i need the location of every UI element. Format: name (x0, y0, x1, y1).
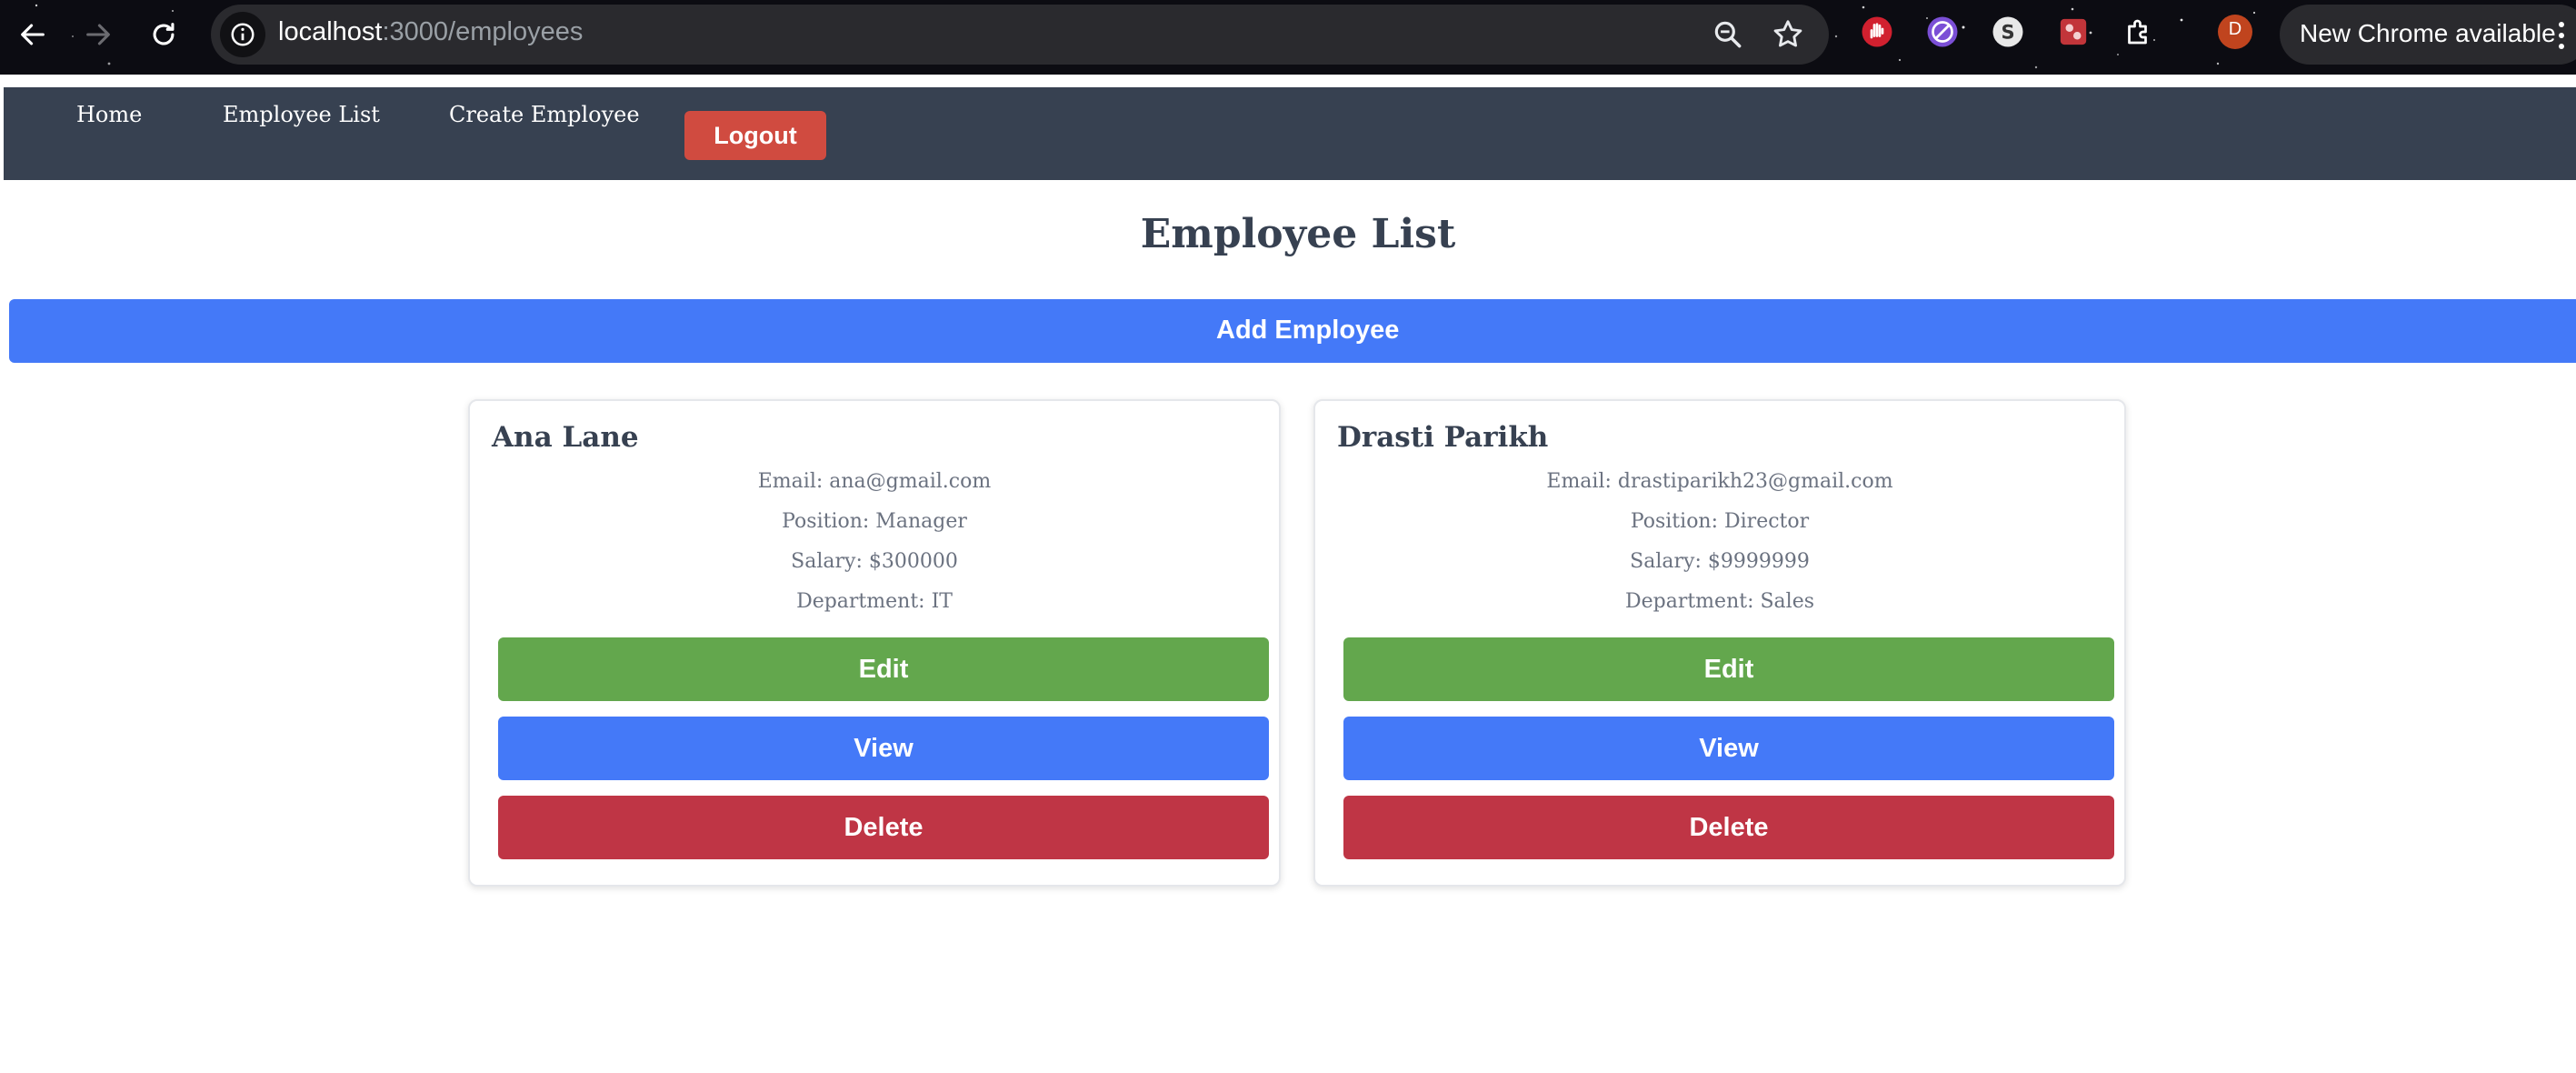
site-info-button[interactable] (220, 12, 265, 57)
red-extension-icon (2060, 18, 2087, 45)
delete-button[interactable]: Delete (1343, 796, 2114, 859)
forward-arrow-icon (86, 24, 110, 45)
toolbar-divider (0, 75, 2576, 87)
employee-position: Position: Director (1630, 510, 1810, 533)
forward-button[interactable] (80, 16, 116, 53)
nav-create-employee-link[interactable]: Create Employee (449, 102, 640, 127)
puzzle-extensions-icon (2128, 19, 2147, 45)
employee-email: Email: drastiparikh23@gmail.com (1546, 470, 1893, 493)
red-extension-button[interactable] (2056, 15, 2091, 49)
add-employee-label: Add Employee (1216, 316, 1400, 345)
reload-button[interactable] (145, 16, 182, 53)
edit-button[interactable]: Edit (498, 637, 1269, 701)
bookmark-star-icon[interactable] (1771, 17, 1805, 52)
back-arrow-icon (21, 24, 45, 45)
profile-initial: D (2228, 19, 2242, 39)
chrome-update-label: New Chrome available (2300, 19, 2556, 47)
chrome-update-button[interactable]: New Chrome available (2280, 5, 2576, 65)
employee-card: Ana Lane Email: ana@gmail.com Position: … (468, 399, 1281, 887)
url-path: :3000/employees (382, 17, 584, 46)
app-navbar: Home Employee List Create Employee Logou… (4, 87, 2576, 180)
delete-button[interactable]: Delete (498, 796, 1269, 859)
employee-salary: Salary: $300000 (791, 550, 958, 573)
edit-button[interactable]: Edit (1343, 637, 2114, 701)
compass-extension-button[interactable] (1925, 15, 1960, 49)
nav-home-link[interactable]: Home (76, 102, 142, 127)
profile-avatar[interactable]: D (2218, 15, 2252, 49)
url-text[interactable]: localhost:3000/employees (278, 17, 583, 47)
hand-extension-button[interactable] (1860, 15, 1894, 49)
employee-department: Department: Sales (1624, 590, 1815, 613)
s-extension-button[interactable]: S (1991, 15, 2025, 49)
logout-button[interactable]: Logout (684, 111, 826, 160)
svg-text:S: S (2001, 22, 2014, 44)
employee-department: Department: IT (796, 590, 953, 613)
employee-position: Position: Manager (782, 510, 967, 533)
hand-extension-icon (1862, 16, 1892, 47)
reload-icon (153, 23, 175, 45)
nav-employee-list-link[interactable]: Employee List (223, 102, 380, 127)
url-host: localhost (278, 17, 383, 46)
kebab-menu-icon[interactable] (2558, 19, 2565, 52)
add-employee-button[interactable]: Add Employee (9, 299, 2576, 363)
site-info-icon (231, 23, 255, 46)
s-extension-icon: S (1992, 16, 2023, 47)
back-button[interactable] (15, 16, 51, 53)
view-button[interactable]: View (1343, 717, 2114, 780)
employee-name: Ana Lane (492, 421, 639, 454)
view-button[interactable]: View (498, 717, 1269, 780)
zoom-icon[interactable] (1711, 17, 1745, 52)
compass-extension-icon (1927, 16, 1958, 47)
employee-card: Drasti Parikh Email: drastiparikh23@gmai… (1313, 399, 2126, 887)
browser-toolbar: localhost:3000/employees S D New Chrome … (0, 0, 2576, 75)
employee-salary: Salary: $9999999 (1630, 550, 1810, 573)
page-title: Employee List (1140, 211, 1456, 257)
extensions-button[interactable] (2122, 15, 2156, 49)
employee-name: Drasti Parikh (1337, 421, 1549, 454)
employee-email: Email: ana@gmail.com (757, 470, 992, 493)
address-bar[interactable]: localhost:3000/employees (211, 5, 1829, 65)
